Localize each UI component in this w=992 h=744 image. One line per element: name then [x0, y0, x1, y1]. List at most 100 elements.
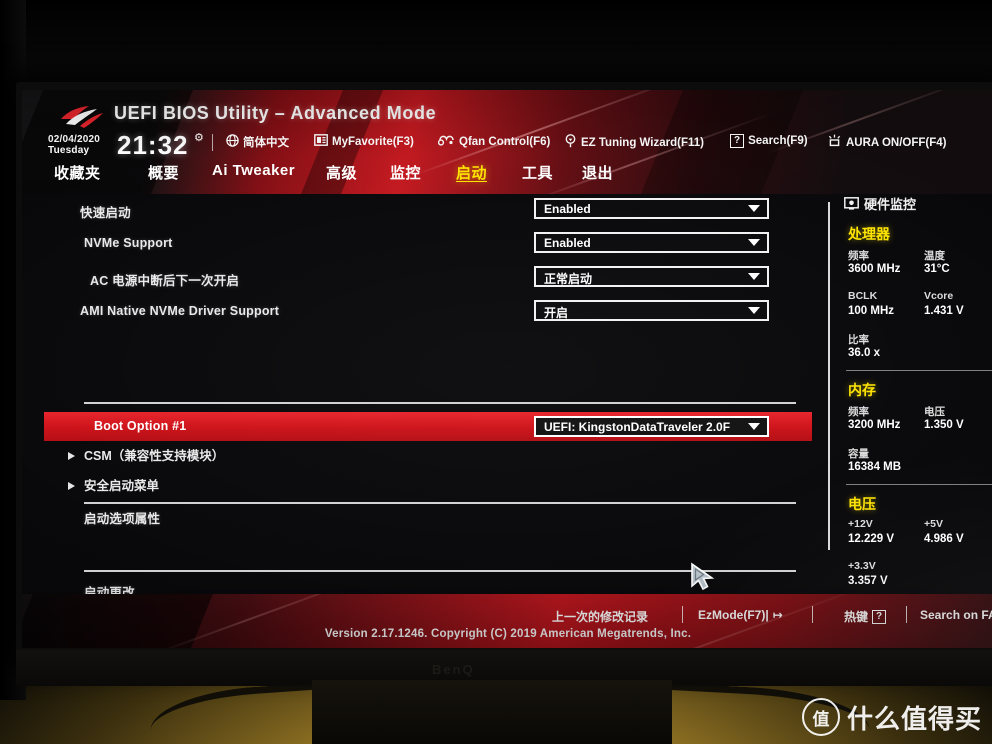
setting-select[interactable]: Enabled [534, 232, 769, 253]
hw-field-value: 16384 MB [848, 461, 902, 473]
pane-divider [828, 202, 830, 550]
hardware-monitor-title-row: 硬件监控 [844, 194, 916, 213]
nav-tabs: 收藏夹 概要 Ai Tweaker 高级 监控 启动 工具 退出 [22, 162, 992, 192]
bios-header: UEFI BIOS Utility – Advanced Mode 02/04/… [22, 90, 992, 194]
footer-action-4[interactable]: Search on FAQ [920, 608, 992, 622]
submenu-label: 安全启动菜单 [84, 479, 160, 493]
hw-field-value: 1.350 V [924, 419, 964, 431]
header-action-label: 简体中文 [243, 137, 289, 150]
header-action-3[interactable]: Qfan Control(F6) [437, 134, 551, 150]
watermark-text: 什么值得买 [846, 703, 982, 734]
hw-field-value: 100 MHz [848, 305, 895, 317]
hw-field-label: 容量 [848, 448, 869, 460]
boot-option-1-select[interactable]: UEFI: KingstonDataTraveler 2.0F [534, 416, 769, 437]
monitor-icon [844, 197, 859, 210]
setting-select[interactable]: 正常启动 [534, 266, 769, 287]
boot-option-1-row[interactable]: Boot Option #1 UEFI: KingstonDataTravele… [44, 412, 812, 441]
setting-row-3[interactable]: AC 电源中断后下一次开启 正常启动 [22, 264, 812, 294]
setting-select[interactable]: 开启 [534, 300, 769, 321]
tab-收藏夹[interactable]: 收藏夹 [54, 162, 101, 183]
setting-row-4[interactable]: AMI Native NVMe Driver Support 开启 [22, 298, 812, 328]
page-title: UEFI BIOS Utility – Advanced Mode [114, 103, 437, 123]
submenu-row-2[interactable]: CSM（兼容性支持模块） [22, 444, 812, 472]
tab-启动[interactable]: 启动 [456, 162, 487, 183]
star-icon [314, 134, 328, 150]
tab-工具[interactable]: 工具 [522, 162, 553, 183]
footer-separator-3 [906, 606, 907, 623]
hw-field-label: 频率 [848, 250, 869, 262]
photograph-of-monitor: BenQ UEFI BIOS Utility – Advanced Mode 0… [0, 0, 992, 744]
weekday-value: Tuesday [48, 145, 90, 156]
hw-field-label: 温度 [924, 250, 945, 262]
hardware-monitor-title: 硬件监控 [864, 197, 917, 212]
hw-field-value: 12.229 V [848, 533, 895, 545]
submenu-row-3[interactable]: 安全启动菜单 [22, 474, 812, 502]
hw-section-divider [846, 484, 992, 485]
header-action-label: Search(F9) [748, 135, 808, 147]
header-action-4[interactable]: EZ Tuning Wizard(F11) [564, 134, 704, 152]
divider-above-submenus [84, 402, 796, 404]
hw-field-value: 3600 MHz [848, 263, 901, 275]
tab-高级[interactable]: 高级 [326, 162, 357, 183]
setting-label: AC 电源中断后下一次开启 [90, 274, 240, 288]
hw-field-value: 31°C [924, 263, 950, 275]
hw-field-label: +12V [848, 518, 873, 530]
tab-退出[interactable]: 退出 [582, 162, 613, 183]
watermark-badge: 值 [801, 698, 840, 736]
tab-监控[interactable]: 监控 [390, 162, 421, 183]
hw-field-label: BCLK [848, 290, 878, 302]
hw-field-label: 电压 [924, 406, 945, 418]
mouse-cursor [691, 562, 715, 591]
setting-value: 开启 [544, 306, 569, 320]
search-icon: ? [730, 134, 745, 148]
setting-select[interactable]: Enabled [534, 198, 769, 219]
tab-Ai Tweaker[interactable]: Ai Tweaker [212, 162, 295, 179]
divider-above-boot-options [84, 502, 796, 504]
hw-section-title-3: 电压 [848, 496, 876, 512]
header-action-2[interactable]: MyFavorite(F3) [314, 134, 414, 150]
setting-label: NVMe Support [84, 236, 173, 250]
footer-action-3[interactable]: 热键? [844, 608, 887, 625]
hw-section-title-1: 处理器 [848, 226, 890, 242]
gear-icon[interactable]: ⚙ [194, 131, 204, 144]
system-clock: 21:32 [117, 130, 189, 160]
hotkey-box-icon: ? [872, 609, 887, 624]
footer-action-2[interactable]: EzMode(F7)| ↦ [698, 608, 783, 622]
setting-row-2[interactable]: NVMe Support Enabled [22, 230, 812, 260]
benq-brand-logo: BenQ [432, 662, 475, 677]
background-wall-top [0, 0, 992, 92]
hw-field-label: 频率 [848, 406, 869, 418]
chevron-right-icon [68, 452, 75, 460]
hw-section-divider [846, 370, 992, 371]
header-action-1[interactable]: 简体中文 [226, 134, 289, 151]
setting-value: Enabled [544, 236, 591, 250]
header-action-label: MyFavorite(F3) [332, 135, 414, 148]
hw-field-value: 4.986 V [924, 533, 964, 545]
setting-label: 快速启动 [80, 206, 131, 220]
header-action-5[interactable]: ? Search(F9) [730, 134, 808, 148]
header-action-6[interactable]: AURA ON/OFF(F4) [827, 134, 947, 152]
chevron-down-icon [748, 273, 760, 280]
tab-概要[interactable]: 概要 [148, 162, 179, 183]
chevron-down-icon [748, 205, 760, 212]
footer-action-label: EzMode(F7)| [698, 608, 769, 622]
submenu-label: CSM（兼容性支持模块） [84, 449, 225, 463]
chevron-down-icon [748, 239, 760, 246]
footer-action-label: 热键 [844, 610, 869, 624]
hw-field-value: 36.0 x [848, 347, 880, 359]
header-action-label: EZ Tuning Wizard(F11) [581, 136, 704, 149]
header-action-label: Qfan Control(F6) [459, 135, 551, 148]
chevron-down-icon [748, 423, 760, 430]
setting-value: 正常启动 [544, 272, 593, 286]
aura-icon [827, 134, 842, 152]
footer-action-label: Search on FAQ [920, 608, 992, 622]
hw-field-label: 比率 [848, 334, 869, 346]
hw-field-label: +5V [924, 518, 943, 530]
footer-separator-1 [682, 606, 683, 623]
chevron-down-icon [748, 307, 760, 314]
setting-row-1[interactable]: 快速启动 Enabled [22, 196, 812, 226]
footer-action-1[interactable]: 上一次的修改记录 [552, 608, 648, 625]
setting-value: Enabled [544, 202, 591, 216]
hw-section-title-2: 内存 [848, 382, 876, 398]
globe-icon [226, 134, 239, 151]
